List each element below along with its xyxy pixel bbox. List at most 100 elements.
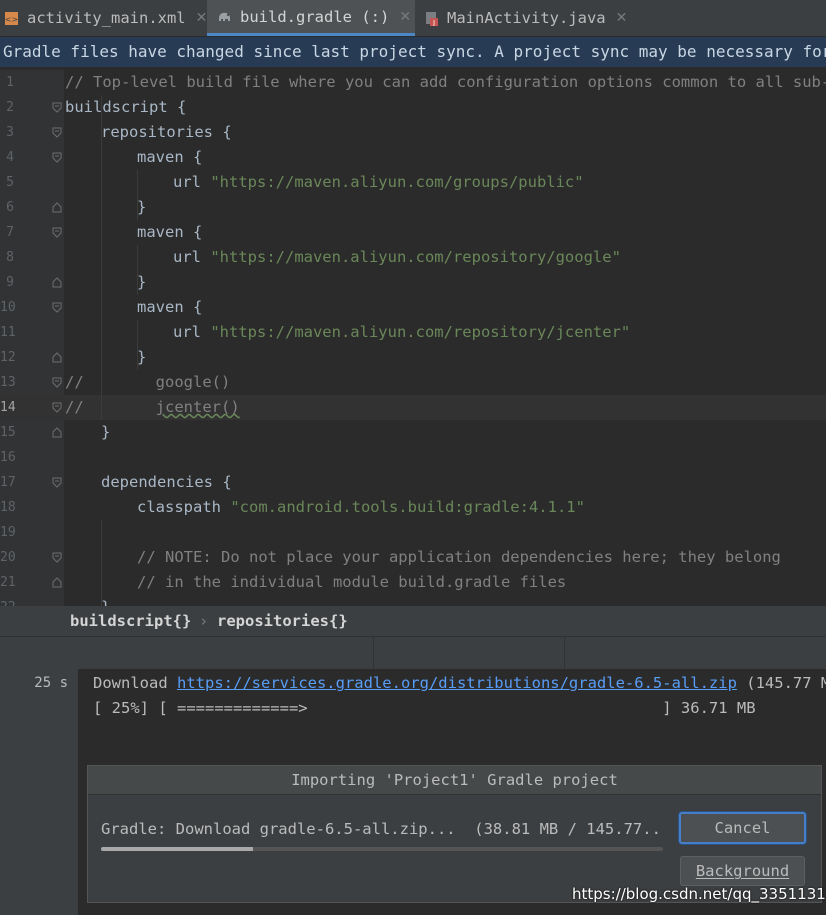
code-token: } <box>137 348 147 366</box>
code-line[interactable]: 2 buildscript { <box>0 95 826 120</box>
code-line[interactable]: 6} <box>0 195 826 220</box>
line-number: 8 <box>6 250 14 265</box>
breadcrumb-item-repositories[interactable]: repositories{} <box>217 606 348 636</box>
line-number: 7 <box>6 225 14 240</box>
code-line[interactable]: 13 // google() <box>0 370 826 395</box>
fold-open-icon[interactable] <box>52 127 62 138</box>
watermark: https://blog.csdn.net/qq_33511315 <box>572 885 826 903</box>
fold-open-icon[interactable] <box>52 102 62 113</box>
xml-file-icon: <> <box>5 11 18 25</box>
fold-end-icon[interactable] <box>52 352 62 363</box>
build-tool-window-header <box>0 636 826 670</box>
code-line[interactable]: 16 <box>0 445 826 470</box>
fold-open-icon[interactable] <box>52 402 62 413</box>
code-line[interactable]: 1 // Top-level build file where you can a… <box>0 70 826 95</box>
code-text: } <box>101 595 110 606</box>
download-prefix: Download <box>93 674 177 692</box>
import-progress-dialog: Importing 'Project1' Gradle project Grad… <box>87 765 822 903</box>
background-button[interactable]: Background <box>680 856 805 886</box>
line-number: 19 <box>0 525 16 540</box>
commented-code: google() <box>155 373 231 391</box>
line-number: 14 <box>0 400 16 415</box>
code-line[interactable]: 17 dependencies { <box>0 470 826 495</box>
download-size: (145.77 MB) <box>746 674 826 692</box>
line-number: 22 <box>0 595 16 606</box>
close-icon[interactable]: ✕ <box>196 10 208 26</box>
code-line[interactable]: 22} <box>0 595 826 606</box>
code-token: maven { <box>137 223 203 241</box>
tab-label: activity_main.xml <box>27 9 186 27</box>
close-icon[interactable]: ✕ <box>399 9 411 25</box>
code-text: // jcenter() <box>65 395 240 420</box>
tab-build-gradle[interactable]: build.gradle (:) ✕ <box>207 0 415 36</box>
breadcrumb: buildscript{} › repositories{} <box>0 606 826 636</box>
line-number: 21 <box>0 575 16 590</box>
breadcrumb-item-buildscript[interactable]: buildscript{} <box>70 606 191 636</box>
code-token: url <box>173 173 211 191</box>
tab-activity-main[interactable]: <> activity_main.xml ✕ <box>0 0 208 36</box>
tab-main-activity[interactable]: J MainActivity.java ✕ <box>420 0 634 36</box>
import-progress-bar <box>101 847 663 851</box>
code-line[interactable]: 3 repositories { <box>0 120 826 145</box>
code-line[interactable]: 10 maven { <box>0 295 826 320</box>
commented-code: jcenter() <box>155 398 240 416</box>
code-text: } <box>137 195 146 220</box>
code-line[interactable]: 18 classpath "com.android.tools.build:gra… <box>0 495 826 520</box>
cancel-button[interactable]: Cancel <box>679 812 806 844</box>
code-text: maven { <box>137 145 202 170</box>
code-line[interactable]: 5 url "https://maven.aliyun.com/groups/pu… <box>0 170 826 195</box>
download-progress-line: [ 25%] [ =============> ] 36.71 MB <box>93 699 756 717</box>
code-line[interactable]: 8 url "https://maven.aliyun.com/repositor… <box>0 245 826 270</box>
dialog-title: Importing 'Project1' Gradle project <box>88 766 821 795</box>
code-line[interactable]: 14 // jcenter() <box>0 395 826 420</box>
line-number: 16 <box>0 450 16 465</box>
line-number: 3 <box>6 125 14 140</box>
fold-open-icon[interactable] <box>52 552 62 563</box>
download-link[interactable]: https://services.gradle.org/distribution… <box>177 674 737 692</box>
fold-open-icon[interactable] <box>52 302 62 313</box>
code-line[interactable]: 9} <box>0 270 826 295</box>
line-number: 1 <box>6 75 14 90</box>
code-line[interactable]: 20 // NOTE: Do not place your application… <box>0 545 826 570</box>
fold-open-icon[interactable] <box>52 377 62 388</box>
tab-label: build.gradle (:) <box>240 7 390 26</box>
close-icon[interactable]: ✕ <box>616 10 628 26</box>
code-line[interactable]: 11 url "https://maven.aliyun.com/reposito… <box>0 320 826 345</box>
code-line[interactable]: 15} <box>0 420 826 445</box>
comment-text: // NOTE: Do not place your application d… <box>137 548 781 566</box>
fold-end-icon[interactable] <box>52 427 62 438</box>
code-line[interactable]: 21 // in the individual module build.grad… <box>0 570 826 595</box>
fold-end-icon[interactable] <box>52 277 62 288</box>
line-number: 9 <box>6 275 14 290</box>
code-text: } <box>101 420 110 445</box>
code-line[interactable]: 7 maven { <box>0 220 826 245</box>
code-token: maven { <box>137 148 203 166</box>
code-editor[interactable]: 1 // Top-level build file where you can a… <box>0 70 826 606</box>
indent-guide <box>137 245 138 295</box>
string-literal: "https://maven.aliyun.com/groups/public" <box>210 173 584 191</box>
fold-open-icon[interactable] <box>52 152 62 163</box>
code-token: } <box>101 598 110 606</box>
divider <box>564 637 565 670</box>
code-text: maven { <box>137 220 202 245</box>
line-number: 6 <box>6 200 14 215</box>
code-line[interactable]: 19 <box>0 520 826 545</box>
fold-open-icon[interactable] <box>52 477 62 488</box>
fold-end-icon[interactable] <box>52 202 62 213</box>
download-line: Download https://services.gradle.org/dis… <box>93 674 826 692</box>
indent-guide <box>101 95 102 420</box>
fold-open-icon[interactable] <box>52 227 62 238</box>
breadcrumb-separator: › <box>199 612 209 630</box>
string-literal: "https://maven.aliyun.com/repository/goo… <box>210 248 621 266</box>
fold-end-icon[interactable] <box>52 577 62 588</box>
code-line[interactable]: 4 maven { <box>0 145 826 170</box>
code-token: classpath <box>137 498 231 516</box>
comment-text: // Top-level build file where you can ad… <box>65 73 826 91</box>
code-line[interactable]: 12} <box>0 345 826 370</box>
line-number: 11 <box>0 325 16 340</box>
code-text: maven { <box>137 295 202 320</box>
code-token: repositories { <box>101 123 232 141</box>
code-token: buildscript { <box>65 98 187 116</box>
java-file-icon: J <box>426 11 438 26</box>
string-literal: "https://maven.aliyun.com/repository/jce… <box>210 323 631 341</box>
